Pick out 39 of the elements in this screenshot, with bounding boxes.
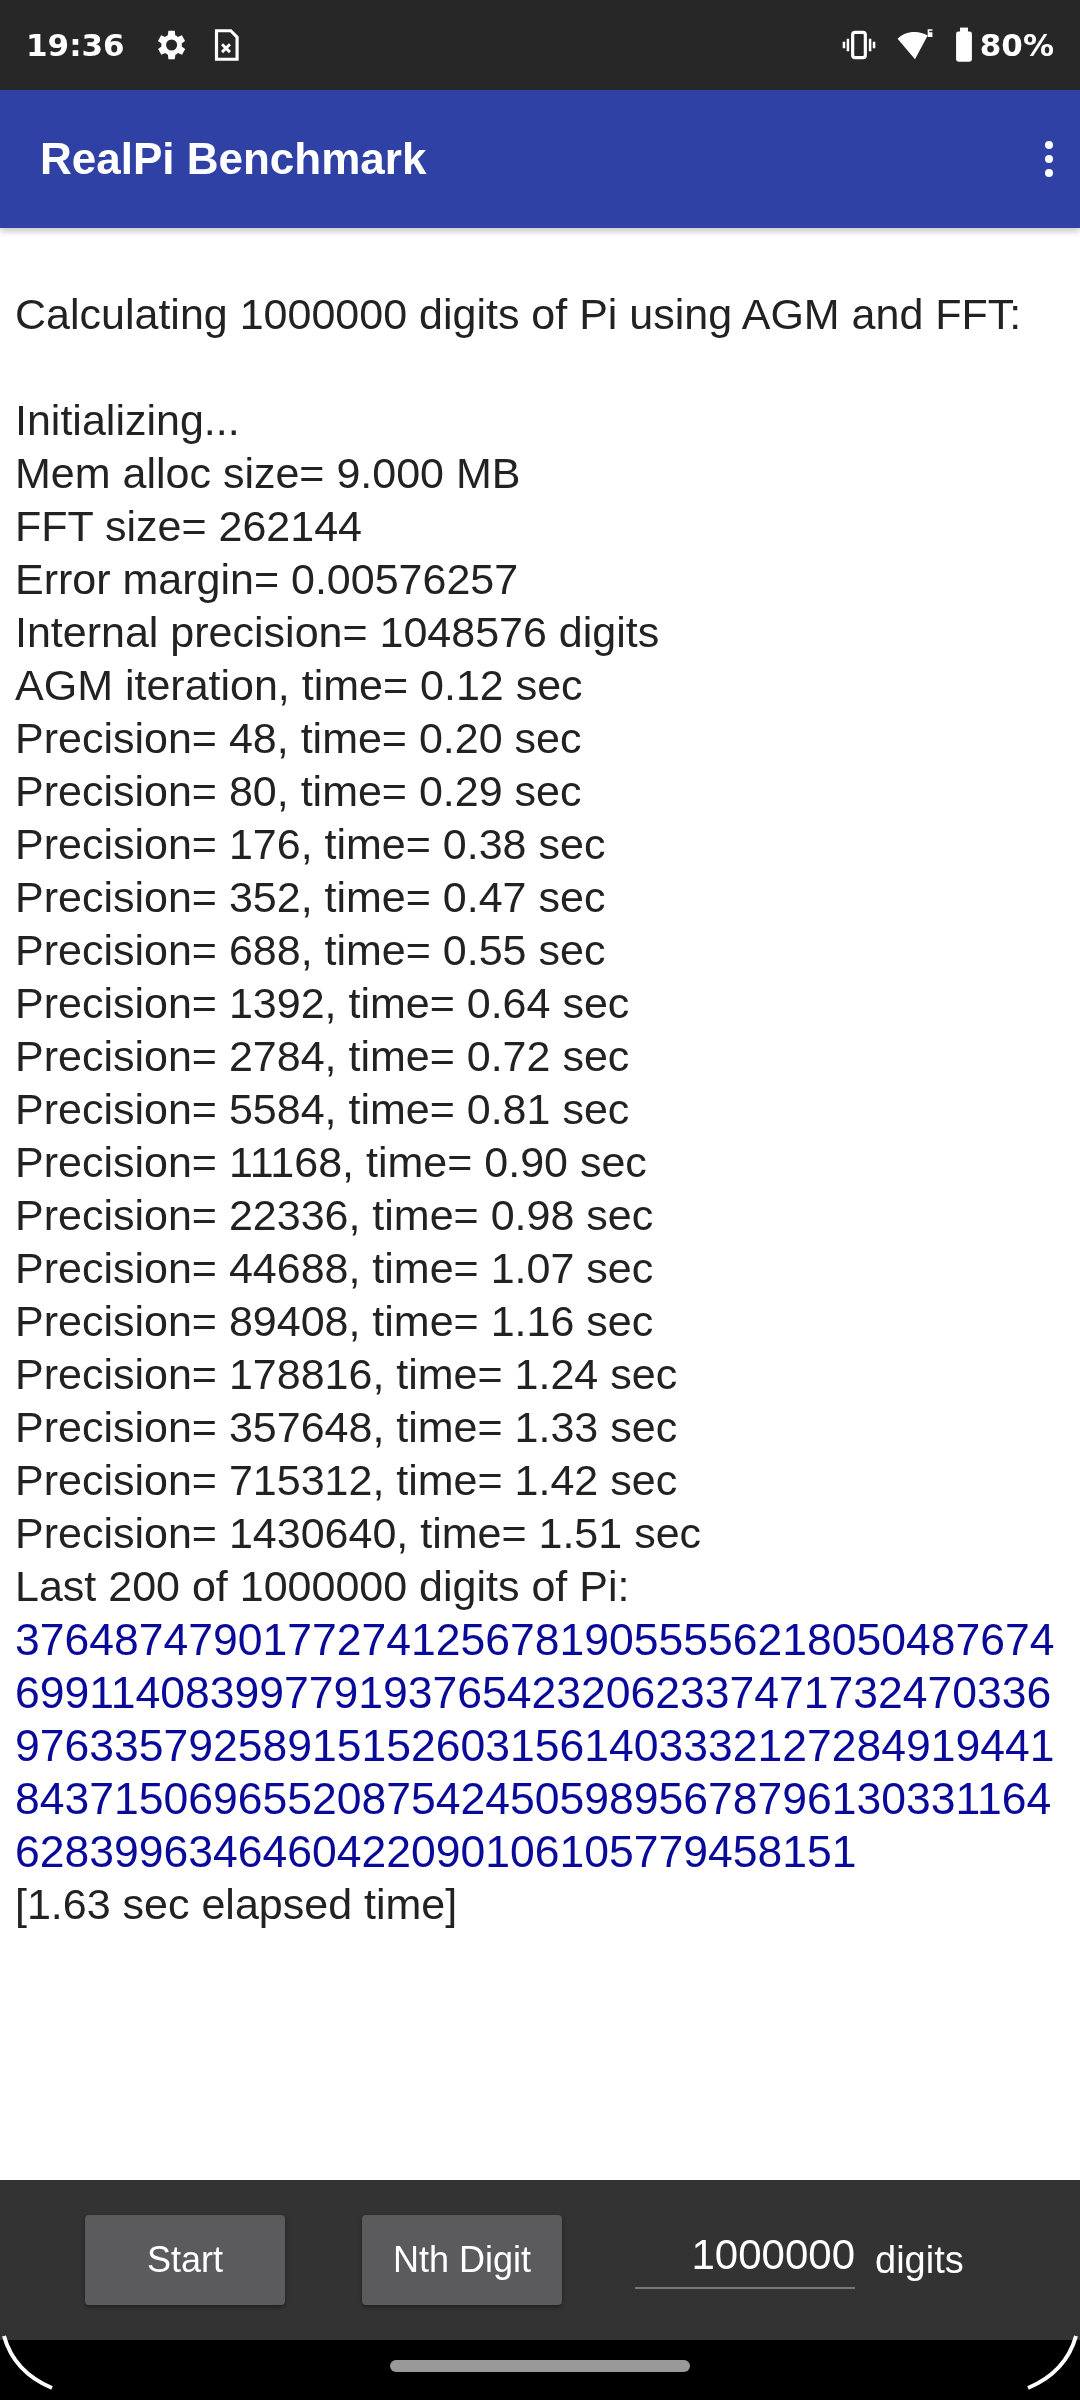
pi-digits: 699114083997791937654232062337471732470336 xyxy=(15,1667,1053,1719)
output-line: Last 200 of 1000000 digits of Pi: xyxy=(15,1561,631,1612)
output-line: Precision= 48, time= 0.20 sec xyxy=(15,713,583,764)
digits-label: digits xyxy=(875,2238,964,2282)
pi-digits: 376487479017727412567819055556218050487674 xyxy=(15,1614,1056,1666)
action-button[interactable]: Nth Digit xyxy=(362,2215,562,2305)
output-line: AGM iteration, time= 0.12 sec xyxy=(15,660,584,711)
output-line: Calculating 1000000 digits of Pi using AGM and FFT: xyxy=(15,289,1023,340)
output-line: FFT size= 262144 xyxy=(15,501,363,552)
output-line: Error margin= 0.00576257 xyxy=(15,554,520,605)
output-line: Precision= 44688, time= 1.07 sec xyxy=(15,1243,655,1294)
output-line: Initializing... xyxy=(15,395,241,446)
pi-digits: 843715069655208754245059895678796130331164 xyxy=(15,1773,1053,1825)
output-line: Precision= 5584, time= 0.81 sec xyxy=(15,1084,631,1135)
app-title: RealPi Benchmark xyxy=(40,134,428,184)
pi-digits: 976335792589151526031561403332127284919441 xyxy=(15,1720,1056,1772)
output-line: Precision= 1392, time= 0.64 sec xyxy=(15,978,631,1029)
elapsed-time: [1.63 sec elapsed time] xyxy=(15,1879,459,1930)
output-line: Precision= 178816, time= 1.24 sec xyxy=(15,1349,679,1400)
output-line: Precision= 688, time= 0.55 sec xyxy=(15,925,607,976)
output-line: Internal precision= 1048576 digits xyxy=(15,607,661,658)
digits-field[interactable]: 1000000 xyxy=(635,2231,855,2289)
output-line: Precision= 357648, time= 1.33 sec xyxy=(15,1402,679,1453)
output-line: Mem alloc size= 9.000 MB xyxy=(15,448,522,499)
output-line: Precision= 176, time= 0.38 sec xyxy=(15,819,607,870)
output-line: Precision= 80, time= 0.29 sec xyxy=(15,766,583,817)
output-line: Precision= 1430640, time= 1.51 sec xyxy=(15,1508,703,1559)
pi-digits: 6283996346460422090106105779458151 xyxy=(15,1826,858,1878)
action-button[interactable]: Start xyxy=(85,2215,285,2305)
output-line: Precision= 715312, time= 1.42 sec xyxy=(15,1455,679,1506)
output-line: Precision= 89408, time= 1.16 sec xyxy=(15,1296,655,1347)
output-line: Precision= 11168, time= 0.90 sec xyxy=(15,1137,648,1188)
home-handle[interactable] xyxy=(390,2360,690,2372)
output-line: Precision= 352, time= 0.47 sec xyxy=(15,872,607,923)
more-icon[interactable] xyxy=(1044,139,1054,179)
output-line: Precision= 22336, time= 0.98 sec xyxy=(15,1190,655,1241)
output-line: Precision= 2784, time= 0.72 sec xyxy=(15,1031,631,1082)
battery-percent: 80% xyxy=(979,27,1054,63)
status-time: 19:36 xyxy=(26,27,125,63)
